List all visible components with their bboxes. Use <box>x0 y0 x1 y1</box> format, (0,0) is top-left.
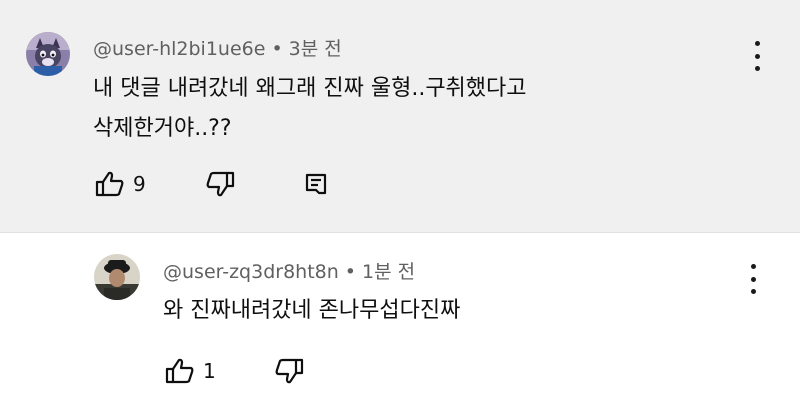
dot <box>754 66 760 71</box>
dot <box>754 41 760 46</box>
divider <box>0 232 800 233</box>
cat-avatar-icon[interactable] <box>26 32 70 76</box>
comment-text-line: 와 진짜내려갔네 존나무섭다진짜 <box>163 298 461 323</box>
reply-icon <box>305 173 327 195</box>
dot <box>750 289 756 294</box>
person-avatar-icon[interactable] <box>94 254 140 300</box>
thumbs-up-icon <box>95 171 124 197</box>
thumbs-down-icon <box>275 358 304 384</box>
like-count: 9 <box>133 172 146 196</box>
like-count: 1 <box>203 359 216 383</box>
dislike-button[interactable] <box>274 357 304 385</box>
comment-top: @user-hl2bi1ue6e • 3분 전 내 댓글 내려갔네 왜그래 진짜 울… <box>0 0 800 232</box>
reply-button[interactable] <box>304 172 328 196</box>
comment-text-line: 내 댓글 내려갔네 왜그래 진짜 울형..구취했다고 <box>93 76 527 101</box>
like-button[interactable]: 9 <box>95 170 146 198</box>
meta-separator: • <box>271 38 283 60</box>
thumbs-up-icon <box>165 358 194 384</box>
comment-meta: @user-hl2bi1ue6e • 3분 전 <box>93 34 342 61</box>
meta-separator: • <box>344 261 357 283</box>
username[interactable]: @user-hl2bi1ue6e <box>93 38 265 60</box>
more-options-button[interactable] <box>748 264 758 294</box>
username[interactable]: @user-zq3dr8ht8n <box>163 261 339 283</box>
timestamp: 3분 전 <box>288 38 342 60</box>
dot <box>750 264 756 269</box>
timestamp: 1분 전 <box>362 261 416 283</box>
dot <box>750 276 756 282</box>
comment-text-line: 삭제한거야..?? <box>93 116 232 141</box>
comment-meta: @user-zq3dr8ht8n • 1분 전 <box>163 257 415 284</box>
dislike-button[interactable] <box>205 170 235 198</box>
thumbs-down-icon <box>206 171 235 197</box>
like-button[interactable]: 1 <box>165 357 216 385</box>
dot <box>754 53 760 59</box>
more-options-button[interactable] <box>752 41 762 71</box>
